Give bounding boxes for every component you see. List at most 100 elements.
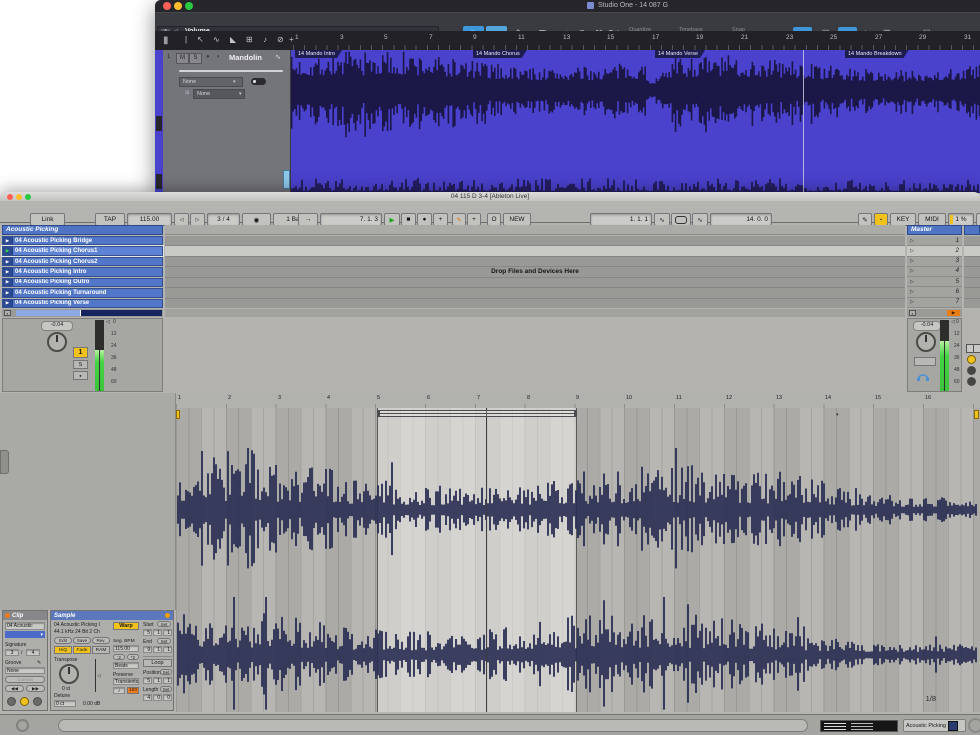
scene-play-icon[interactable]: ▷	[910, 238, 914, 244]
clip-play-icon[interactable]: ▶	[3, 258, 13, 265]
scene-row-selected[interactable]: ▷2	[907, 246, 962, 256]
clip-play-icon[interactable]: ▶	[3, 237, 13, 244]
end-bar-field[interactable]: 9	[143, 646, 152, 653]
scene-play-icon[interactable]: ▷	[910, 258, 914, 264]
fade-button[interactable]: Fade	[73, 646, 91, 654]
marker-flag[interactable]: 14 Mando Intro	[295, 50, 342, 58]
headphones-icon[interactable]	[916, 371, 930, 382]
crossfader-show-toggle[interactable]	[967, 377, 976, 386]
sample-editor[interactable]: ▾ 1/8	[176, 408, 980, 712]
clip-play-icon[interactable]: ▶	[3, 289, 13, 296]
groove-pencil-icon[interactable]: ✎	[37, 660, 41, 666]
start-beat-field[interactable]: 1	[153, 629, 162, 636]
start-sixteenth-field[interactable]: 1	[163, 629, 172, 636]
scene-row[interactable]: ▷5	[907, 277, 962, 287]
panel-fold-tab[interactable]	[0, 450, 9, 474]
nudge-forward-button[interactable]: ▶▶	[26, 685, 45, 692]
position-beat-field[interactable]: 1	[153, 677, 162, 684]
track-volume-meter[interactable]	[95, 320, 104, 391]
clip-play-icon[interactable]: ▶	[3, 247, 13, 254]
cue-volume-button[interactable]	[914, 357, 936, 366]
commit-button[interactable]: Commit	[5, 676, 45, 683]
grid-row[interactable]	[165, 257, 905, 266]
scene-row[interactable]: ▷7	[907, 298, 962, 308]
mute-button[interactable]: M	[176, 53, 189, 64]
scene-play-icon[interactable]: ▷	[910, 268, 914, 274]
clip-stop-button[interactable]: ▪	[4, 310, 11, 316]
gain-value[interactable]: 0.00 dB	[83, 701, 100, 707]
clip-slot[interactable]: ▶04 Acoustic Picking Verse	[2, 299, 163, 308]
pan-value[interactable]: -0.04	[41, 321, 73, 331]
clip-slot[interactable]: ▶04 Acoustic Picking Turnaround	[2, 288, 163, 297]
sends-show-toggle[interactable]	[973, 344, 980, 353]
track-title[interactable]: Acoustic Picking	[2, 225, 163, 235]
clip-slot[interactable]: ▶04 Acoustic Picking Bridge	[2, 236, 163, 245]
clip-end-marker[interactable]	[974, 410, 979, 419]
note-icon[interactable]: ♪	[263, 36, 267, 44]
signature-denominator[interactable]: 4	[26, 649, 40, 656]
scene-row[interactable]: ▷6	[907, 287, 962, 297]
grid-row[interactable]	[165, 236, 905, 245]
studio-one-titlebar[interactable]: Studio One - 14 087 G	[155, 0, 980, 12]
returns-show-toggle[interactable]	[967, 355, 976, 364]
envelope-box-toggle[interactable]	[33, 697, 42, 706]
marker-flag-icon[interactable]: ◣	[230, 36, 236, 44]
clip-play-icon[interactable]: ▶	[3, 268, 13, 275]
stop-all-clips-button[interactable]: ▪	[909, 310, 916, 316]
hiq-button[interactable]: HiQ	[54, 646, 72, 654]
monitor-icon[interactable]: ◐	[217, 54, 221, 60]
detune-field[interactable]: 0 ct	[54, 700, 76, 707]
clip-gain-slider[interactable]	[95, 659, 96, 692]
scene-play-icon[interactable]: ▷	[910, 299, 914, 305]
close-button[interactable]	[163, 2, 171, 10]
start-bar-field[interactable]: 5	[143, 629, 152, 636]
clip-slot[interactable]: ▶04 Acoustic Picking Chorus2	[2, 257, 163, 266]
save-button[interactable]: Save	[73, 637, 91, 644]
clip-slot[interactable]: ▶04 Acoustic Picking Intro	[2, 267, 163, 276]
clip-slot[interactable]: ▶04 Acoustic Picking Outro	[2, 278, 163, 287]
clip-color-chooser[interactable]: ▾	[5, 631, 45, 638]
warp-mode-chooser[interactable]: Beats	[113, 662, 139, 669]
half-tempo-button[interactable]: :2	[113, 654, 125, 660]
volume-slider[interactable]	[179, 70, 283, 72]
end-beat-field[interactable]: 1	[153, 646, 162, 653]
send-toggle[interactable]	[251, 78, 266, 85]
record-arm-icon[interactable]: ●	[206, 54, 210, 60]
loop-toggle[interactable]: Loop	[143, 659, 172, 667]
send1-dd-icon[interactable]: ▾	[233, 79, 236, 85]
hot-swap-icon[interactable]	[165, 613, 170, 618]
clip-name-field[interactable]: 04 Acoustic	[5, 622, 45, 630]
seg-bpm-field[interactable]: 115.00	[113, 645, 139, 652]
master-track-title[interactable]: Master	[907, 225, 962, 235]
track-list-icon[interactable]: ▮	[163, 36, 169, 46]
scene-row[interactable]: ▷3	[907, 257, 962, 267]
clip-box-header[interactable]: Clip	[3, 611, 47, 620]
status-circle-right[interactable]	[968, 718, 980, 733]
wave-icon[interactable]: ∿	[213, 36, 220, 44]
marker-flag[interactable]: 14 Mando Verse	[655, 50, 705, 58]
grid-row[interactable]	[165, 288, 905, 297]
grid-row[interactable]	[165, 278, 905, 287]
preserve-chooser[interactable]: Transients	[113, 678, 139, 685]
length-set-button[interactable]: Set	[160, 686, 172, 692]
grid-row[interactable]	[165, 299, 905, 308]
timeline-ruler[interactable]: ▮ | ↖ ∿ ◣ ⊞ ♪ ⊘ + 1 3 5 7 9 11 13 15 17 …	[155, 31, 980, 50]
transpose-value[interactable]: 0 st	[62, 686, 70, 692]
scene-play-icon[interactable]: ▷	[910, 289, 914, 295]
loop-brace[interactable]	[377, 410, 577, 417]
scene-row[interactable]: ▷4	[907, 267, 962, 277]
arrangement-waveform[interactable]	[290, 50, 980, 193]
insert-marker-icon[interactable]: ▾	[836, 412, 839, 418]
track-header[interactable]: 1 M S ● ◐ Mandolin ∿ None ▾ ⊞ None ▾	[163, 50, 291, 193]
scene-play-icon[interactable]: ▷	[910, 279, 914, 285]
send2-dd-icon[interactable]: ▾	[239, 91, 242, 97]
grid-row-selected[interactable]	[165, 246, 905, 255]
master-pan-value[interactable]: -0.04	[913, 321, 941, 331]
edit-button[interactable]: Edit	[54, 637, 72, 644]
signature-numerator[interactable]: 3	[5, 649, 19, 656]
back-to-arrangement-button[interactable]: ▶	[947, 310, 960, 316]
clip-play-icon[interactable]: ▶	[3, 279, 13, 286]
clip-play-icon[interactable]: ▶	[3, 300, 13, 307]
pan-knob[interactable]	[47, 332, 67, 352]
position-set-button[interactable]: Set	[160, 669, 172, 675]
